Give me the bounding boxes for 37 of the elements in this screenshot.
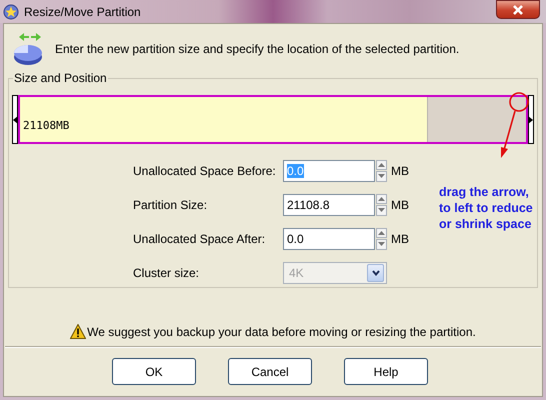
down-arrow-icon [378,208,385,212]
close-icon [512,4,524,16]
spin-up-button[interactable] [376,160,387,170]
spin-down-button[interactable] [376,171,387,182]
dialog-button[interactable]: Cancel [228,358,312,385]
unit-label: MB [391,232,409,246]
chevron-down-icon [372,270,380,276]
spin-up-button[interactable] [376,228,387,238]
window-title: Resize/Move Partition [24,4,141,18]
down-arrow-icon [378,242,385,246]
right-handle[interactable] [528,95,534,144]
spin-down-button[interactable] [376,205,387,216]
warning-text: We suggest you backup your data before moving or resizing the partition. [87,324,476,338]
app-icon [3,4,19,20]
input-field[interactable]: 0.0 [283,228,375,250]
group-title: Size and Position [13,71,108,85]
left-handle[interactable] [12,95,18,144]
instruction-text: Enter the new partition size and specify the location of the selected partition. [55,42,460,56]
up-arrow-icon [378,230,385,235]
up-arrow-icon [378,196,385,201]
annotation-text: drag the arrow, to left to reduce or shrink space [439,184,534,232]
partition-size-label: 21108MB [22,119,70,132]
field-label: Cluster size: [133,266,200,280]
spin-up-button[interactable] [376,194,387,204]
spin-down-button[interactable] [376,239,387,250]
dialog-button[interactable]: Help [344,358,428,385]
field-label: Unallocated Space Before: [133,164,277,178]
unit-label: MB [391,198,409,212]
warning-icon [70,324,86,339]
unit-label: MB [391,164,409,178]
dialog-button[interactable]: OK [112,358,196,385]
field-label: Partition Size: [133,198,208,212]
input-field[interactable]: 21108.8 [283,194,375,216]
down-arrow-icon [378,174,385,178]
up-arrow-icon [378,162,385,167]
field-label: Unallocated Space After: [133,232,266,246]
close-button[interactable] [496,0,540,19]
